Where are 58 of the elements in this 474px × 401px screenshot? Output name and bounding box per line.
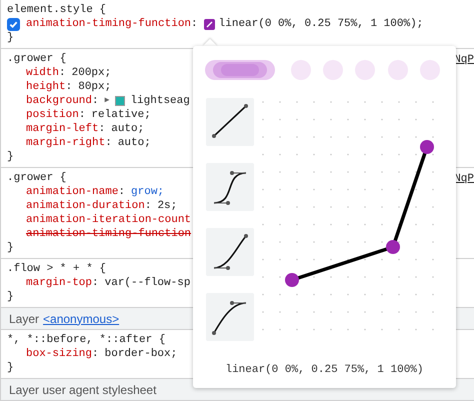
colon: : [98, 122, 106, 136]
property-value: 200px; [72, 66, 112, 80]
checkbox[interactable] [7, 18, 20, 30]
expand-arrow[interactable]: ▶ [104, 94, 110, 108]
closing-brace: } [7, 241, 14, 255]
css-selector: .flow > * + * { [7, 262, 106, 276]
property-value: auto; [118, 136, 151, 150]
colon: : [92, 94, 99, 108]
layer-label: Layer user agent stylesheet [9, 382, 156, 396]
layer-link[interactable]: <anonymous> [43, 312, 120, 326]
colon: : [92, 276, 99, 290]
property-name: animation-timing-function [26, 227, 192, 241]
easing-value-text: linear(0 0%, 0.25 75%, 1 100%) [224, 363, 425, 378]
easing-icon[interactable] [204, 18, 215, 30]
layer-label: Layer [9, 312, 40, 326]
css-selector: element.style { [7, 3, 106, 17]
property-value: lightseag [130, 94, 190, 108]
colon: : [78, 108, 86, 122]
property-value: linear(0 0%, 0.25 75%, 1 100%); [218, 17, 424, 31]
property-value: 80px; [78, 80, 112, 94]
css-selector: .grower { [7, 52, 66, 66]
property-name: margin-left [26, 122, 99, 136]
colon: : [92, 347, 99, 361]
colon: : [59, 66, 66, 80]
property-name: box-sizing [26, 347, 92, 361]
property-name: width [26, 66, 60, 80]
easing-preset-icon[interactable] [206, 293, 254, 341]
colon: : [118, 185, 126, 199]
property-value: relative; [91, 108, 151, 122]
property-name: margin-top [26, 276, 92, 290]
property-name: position [26, 108, 79, 122]
property-value: 2s; [157, 199, 178, 213]
easing-curve-drawing[interactable] [285, 140, 434, 287]
property-name: background [26, 94, 92, 108]
colon: : [66, 80, 72, 94]
css-selector: *, *::before, *::after { [7, 333, 166, 347]
property-value: border-box; [104, 347, 178, 361]
closing-brace: } [7, 31, 14, 45]
property-value: var(--flow-sp [104, 276, 190, 290]
closing-brace: } [7, 150, 14, 164]
easing-preset-icon[interactable] [206, 98, 254, 146]
colon: : [105, 136, 112, 150]
property-name: height [26, 80, 66, 94]
closing-brace: } [7, 290, 14, 304]
css-selector: .grower { [7, 171, 66, 185]
colon: : [191, 17, 198, 31]
property-name: animation-duration [26, 199, 145, 213]
easing-preset-icon[interactable] [206, 163, 254, 211]
color-swatch[interactable] [115, 96, 126, 106]
property-value: auto; [111, 122, 144, 136]
colon: : [144, 199, 152, 213]
property-name: margin-right [26, 136, 106, 150]
closing-brace: } [7, 361, 14, 375]
property-value: grow; [131, 185, 164, 199]
property-name: animation-timing-function [26, 17, 192, 31]
property-name: animation-iteration-count [26, 213, 192, 227]
easing-preset-icon[interactable] [206, 228, 254, 276]
property-name: animation-name [26, 185, 118, 199]
